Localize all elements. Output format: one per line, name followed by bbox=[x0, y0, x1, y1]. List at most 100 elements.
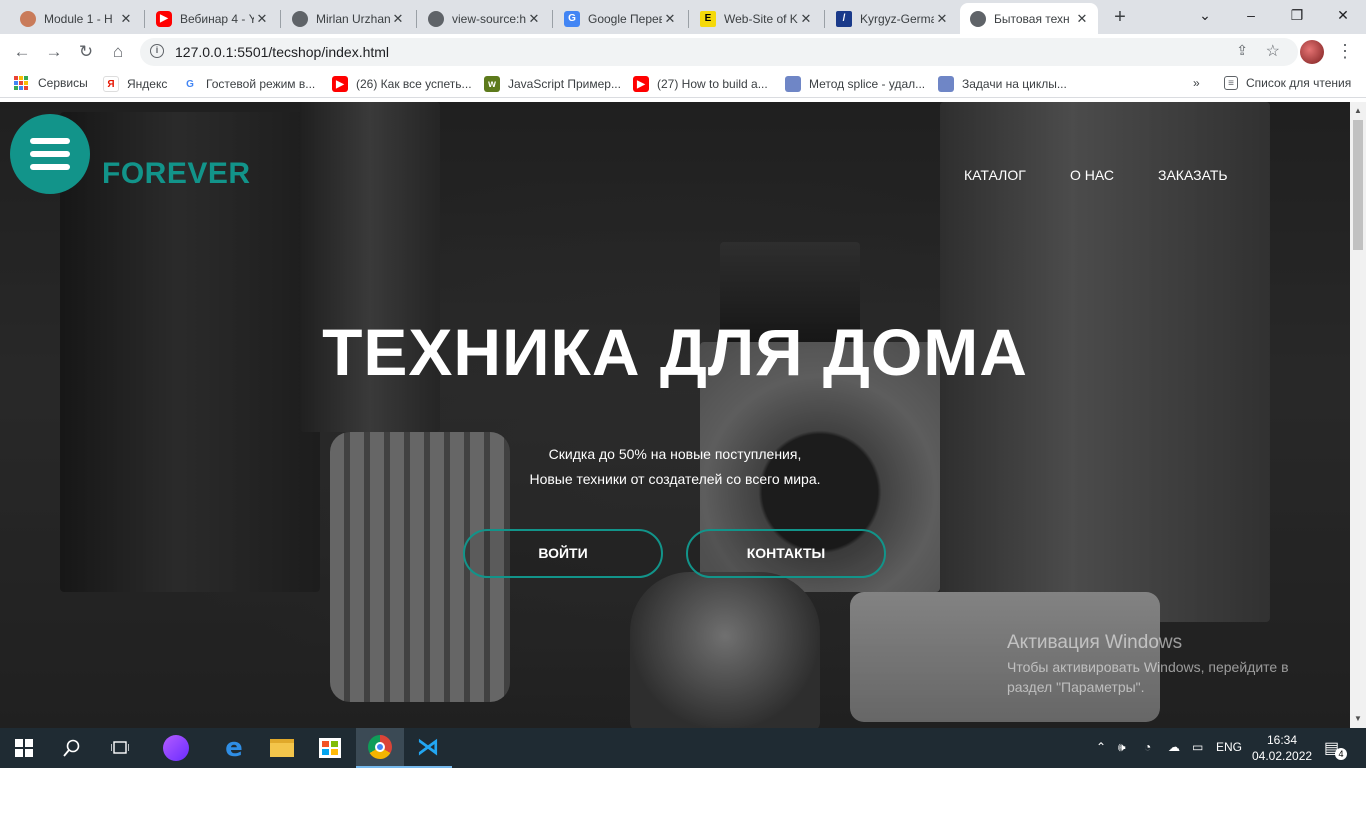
tab-view-source[interactable]: view-source:h ✕ bbox=[418, 3, 550, 34]
reload-icon[interactable]: ↻ bbox=[74, 40, 98, 64]
hero-title: ТЕХНИКА ДЛЯ ДОМА bbox=[322, 315, 1028, 389]
notification-count-badge: 4 bbox=[1335, 748, 1347, 760]
bookmark-youtube-27[interactable]: ▶ (27) How to build a... bbox=[633, 76, 768, 92]
bookmark-label: Яндекс bbox=[127, 77, 168, 91]
folder-icon bbox=[270, 739, 294, 757]
back-icon[interactable]: ← bbox=[10, 40, 34, 64]
tab-title: Module 1 - H bbox=[44, 11, 113, 26]
vscode-icon: ⋊ bbox=[417, 734, 439, 759]
page-icon bbox=[938, 76, 954, 92]
file-explorer-button[interactable] bbox=[258, 728, 306, 768]
close-tab-icon[interactable]: ✕ bbox=[526, 11, 542, 27]
volume-icon[interactable]: 🕪 bbox=[1118, 740, 1126, 755]
globe-icon bbox=[428, 10, 444, 27]
alice-assistant-button[interactable] bbox=[152, 728, 200, 768]
close-tab-icon[interactable]: ✕ bbox=[118, 11, 134, 27]
bookmark-label: Гостевой режим в... bbox=[206, 77, 316, 91]
close-tab-icon[interactable]: ✕ bbox=[254, 11, 270, 27]
tab-mirlan[interactable]: Mirlan Urzhan ✕ bbox=[282, 3, 414, 34]
tab-kyrgyz-german[interactable]: / Kyrgyz-Germa ✕ bbox=[826, 3, 958, 34]
share-icon[interactable]: ⇪ bbox=[1236, 42, 1248, 59]
minimize-button[interactable]: – bbox=[1228, 0, 1274, 32]
menu-icon[interactable]: ⋮ bbox=[1336, 41, 1354, 62]
tab-google-translate[interactable]: G Google Перев ✕ bbox=[554, 3, 686, 34]
store-button[interactable] bbox=[306, 728, 354, 768]
task-view-button[interactable] bbox=[96, 728, 144, 768]
bookmark-label: Задачи на циклы... bbox=[962, 77, 1067, 91]
blank-area bbox=[0, 768, 1366, 824]
system-clock[interactable]: 16:34 04.02.2022 bbox=[1252, 732, 1312, 764]
scroll-down-icon[interactable]: ▼ bbox=[1354, 714, 1362, 723]
apps-grid-icon bbox=[14, 76, 28, 90]
globe-icon bbox=[292, 10, 308, 27]
task-view-icon bbox=[111, 741, 129, 754]
brand-logo[interactable]: FOREVER bbox=[102, 157, 251, 191]
yandex-icon: Я bbox=[103, 76, 119, 92]
wifi-icon[interactable]: ◔ bbox=[1144, 740, 1151, 754]
chrome-icon bbox=[368, 735, 392, 759]
forward-icon[interactable]: → bbox=[42, 40, 66, 64]
close-tab-icon[interactable]: ✕ bbox=[1074, 11, 1090, 27]
windows-activation-text: Чтобы активировать Windows, перейдите в … bbox=[1007, 659, 1289, 695]
tab-website[interactable]: E Web-Site of K ✕ bbox=[690, 3, 822, 34]
page-scrollbar[interactable]: ▲ ▼ bbox=[1350, 102, 1366, 728]
tab-module-1[interactable]: Module 1 - H ✕ bbox=[10, 3, 142, 34]
edge-button[interactable]: e bbox=[210, 728, 258, 768]
home-icon[interactable]: ⌂ bbox=[106, 40, 130, 64]
close-window-button[interactable]: ✕ bbox=[1320, 0, 1366, 32]
tab-webinar[interactable]: ▶ Вебинар 4 - Y ✕ bbox=[146, 3, 278, 34]
tray-overflow-icon[interactable]: ⌃ bbox=[1096, 740, 1106, 754]
restore-button[interactable]: ❐ bbox=[1274, 0, 1320, 32]
search-button[interactable] bbox=[48, 728, 96, 768]
tab-active-appliances[interactable]: Бытовая техн ✕ bbox=[960, 3, 1098, 34]
bookmark-yandex[interactable]: Я Яндекс bbox=[103, 76, 167, 92]
url-text[interactable]: 127.0.0.1:5501/tecshop/index.html bbox=[175, 44, 389, 60]
hero-subtitle-line-2: Новые техники от создателей со всего мир… bbox=[529, 471, 821, 487]
site-info-icon[interactable]: i bbox=[150, 44, 164, 58]
nav-order[interactable]: ЗАКАЗАТЬ bbox=[1158, 167, 1228, 183]
avatar-icon bbox=[20, 10, 36, 27]
bookmark-youtube-26[interactable]: ▶ (26) Как все успеть... bbox=[332, 76, 472, 92]
close-tab-icon[interactable]: ✕ bbox=[798, 11, 814, 27]
google-icon: G bbox=[182, 76, 198, 92]
menu-button[interactable] bbox=[10, 114, 90, 194]
close-tab-icon[interactable]: ✕ bbox=[390, 11, 406, 27]
start-button[interactable] bbox=[0, 728, 48, 768]
tab-title: view-source:h bbox=[452, 11, 526, 26]
chrome-button[interactable] bbox=[356, 728, 404, 768]
bookmark-services[interactable]: Сервисы bbox=[14, 76, 88, 90]
profile-avatar[interactable] bbox=[1300, 40, 1324, 64]
network-icon[interactable]: ▭ bbox=[1192, 740, 1203, 754]
bookmark-loops[interactable]: Задачи на циклы... bbox=[938, 76, 1067, 92]
bookmarks-bar: Сервисы Я Яндекс G Гостевой режим в... ▶… bbox=[0, 70, 1366, 98]
scroll-up-icon[interactable]: ▲ bbox=[1354, 106, 1362, 115]
globe-icon bbox=[970, 10, 986, 27]
chevron-right-icon: » bbox=[1193, 76, 1200, 90]
reading-list-icon: ≡ bbox=[1224, 76, 1238, 90]
new-tab-button[interactable]: + bbox=[1110, 6, 1130, 28]
bookmark-splice[interactable]: Метод splice - удал... bbox=[785, 76, 925, 92]
bookmark-javascript[interactable]: w JavaScript Пример... bbox=[484, 76, 621, 92]
language-indicator[interactable]: ENG bbox=[1216, 740, 1242, 754]
vscode-button[interactable]: ⋊ bbox=[404, 728, 452, 768]
tab-search-button[interactable]: ⌄ bbox=[1182, 0, 1228, 32]
bookmark-label: Метод splice - удал... bbox=[809, 77, 926, 91]
alice-icon bbox=[163, 735, 189, 761]
address-bar[interactable]: i 127.0.0.1:5501/tecshop/index.html ⇪ ☆ bbox=[140, 38, 1298, 66]
reading-list-button[interactable]: ≡ Список для чтения bbox=[1224, 76, 1351, 90]
nav-about[interactable]: О НАС bbox=[1070, 167, 1114, 183]
bookmark-guest-mode[interactable]: G Гостевой режим в... bbox=[182, 76, 315, 92]
clock-time: 16:34 bbox=[1266, 733, 1298, 747]
reading-list-label: Список для чтения bbox=[1246, 76, 1352, 90]
close-tab-icon[interactable]: ✕ bbox=[934, 11, 950, 27]
nav-catalog[interactable]: КАТАЛОГ bbox=[964, 167, 1026, 183]
tab-title: Бытовая техн bbox=[994, 11, 1070, 26]
close-tab-icon[interactable]: ✕ bbox=[662, 11, 678, 27]
login-button[interactable]: ВОЙТИ bbox=[463, 529, 663, 578]
contacts-button[interactable]: КОНТАКТЫ bbox=[686, 529, 886, 578]
weather-icon[interactable]: ☁ bbox=[1168, 740, 1180, 754]
university-logo-icon: / bbox=[836, 10, 852, 27]
more-bookmarks-button[interactable]: » bbox=[1193, 76, 1200, 90]
scrollbar-thumb[interactable] bbox=[1353, 120, 1363, 250]
bookmark-star-icon[interactable]: ☆ bbox=[1266, 41, 1280, 61]
